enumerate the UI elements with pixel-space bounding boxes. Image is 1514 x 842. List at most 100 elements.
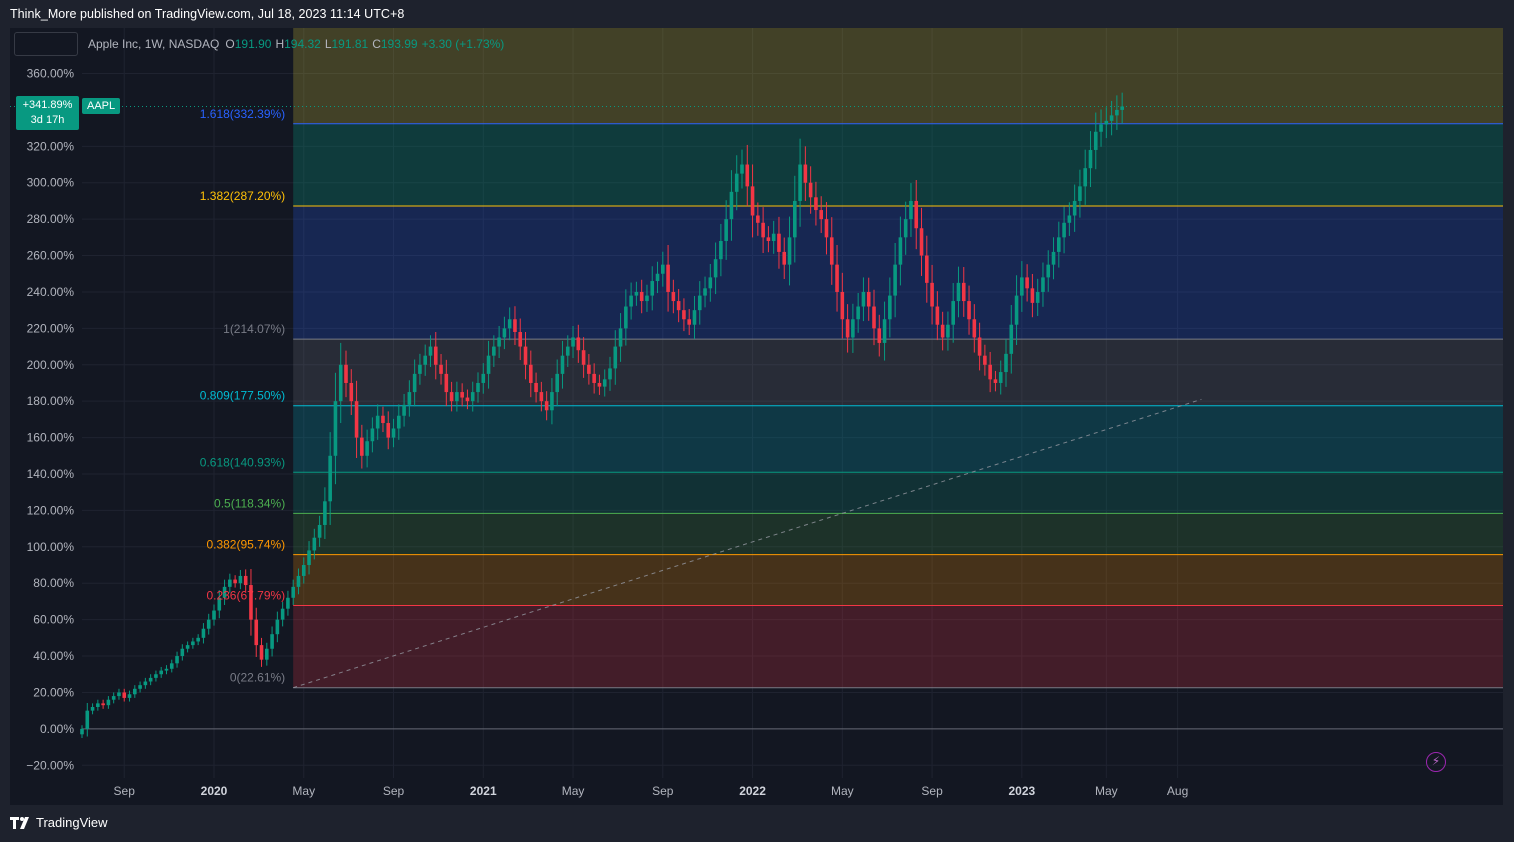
fibonacci-retracement xyxy=(293,28,1503,689)
x-tick-label: May xyxy=(292,784,315,798)
fib-zone xyxy=(293,513,1503,555)
candle-body xyxy=(1067,215,1072,223)
candle-body xyxy=(935,306,940,325)
candle-body xyxy=(787,237,792,265)
candle-body xyxy=(259,645,264,660)
candle-body xyxy=(819,210,823,220)
candle-body xyxy=(845,319,850,338)
candle-body xyxy=(565,346,570,356)
candle-body xyxy=(291,586,295,598)
candle-body xyxy=(930,282,934,307)
open-value: 191.90 xyxy=(234,37,272,51)
x-tick-label: May xyxy=(562,784,585,798)
candle-body xyxy=(233,579,237,584)
candle-body xyxy=(1088,149,1093,169)
x-tick-label: 2020 xyxy=(201,784,228,798)
x-tick-label: Sep xyxy=(921,784,943,798)
candle-body xyxy=(719,240,723,260)
candle-body xyxy=(671,291,676,302)
x-tick-label: 2023 xyxy=(1008,784,1035,798)
candle-body xyxy=(111,696,116,700)
candle-body xyxy=(814,197,818,211)
fib-zone xyxy=(293,206,1503,340)
symbol-legend[interactable]: Apple Inc, 1W, NASDAQ O 191.90 H 194.32 L1… xyxy=(14,32,504,56)
candle-body xyxy=(470,392,475,402)
candle-body xyxy=(238,575,243,584)
ticker-badge: AAPL xyxy=(82,98,121,114)
candle-body xyxy=(634,291,639,296)
fib-zone xyxy=(293,405,1503,473)
chart-area[interactable]: −20.00% 0.00% 20.00% 40.00% 60.00% 80.00% 100.… xyxy=(10,28,1503,805)
candle-body xyxy=(676,301,681,311)
candle-body xyxy=(312,537,317,551)
candle-body xyxy=(1072,200,1077,216)
candle-body xyxy=(903,219,908,238)
candle-body xyxy=(766,237,771,241)
candle-body xyxy=(998,372,1003,383)
candle-body xyxy=(201,628,206,638)
candle-body xyxy=(972,319,977,338)
candle-body xyxy=(618,328,623,347)
fib-zone xyxy=(293,123,1503,207)
y-tick-label: 40.00% xyxy=(33,649,74,663)
candle-body xyxy=(423,355,427,365)
candle-body xyxy=(381,415,385,424)
close-value: 193.99 xyxy=(380,37,418,51)
candle-body xyxy=(206,619,211,629)
candle-body xyxy=(592,373,596,383)
candle-body xyxy=(365,441,369,456)
x-tick-label: May xyxy=(831,784,854,798)
candle-body xyxy=(692,310,697,325)
y-tick-label: 300.00% xyxy=(27,176,75,190)
candle-body xyxy=(724,219,728,241)
close-label: C xyxy=(372,37,381,51)
candle-body xyxy=(402,404,406,416)
candle-body xyxy=(492,346,496,356)
candle-body xyxy=(101,703,105,706)
x-tick-label: Sep xyxy=(114,784,136,798)
x-tick-label: May xyxy=(1095,784,1118,798)
fib-level-label: 0.809(177.50%) xyxy=(200,389,285,403)
candle-body xyxy=(1004,353,1008,373)
candle-body xyxy=(412,373,417,393)
symbol-search-box[interactable] xyxy=(14,32,78,56)
candle-body xyxy=(1083,168,1087,187)
candle-body xyxy=(1051,251,1056,265)
fib-level-label: 0.236(67.79%) xyxy=(206,588,285,602)
candle-body xyxy=(143,681,148,686)
candle-body xyxy=(180,648,185,657)
candle-body xyxy=(349,382,354,402)
candle-body xyxy=(212,610,216,620)
candle-body xyxy=(344,364,348,383)
candle-body xyxy=(386,423,391,438)
candle-body xyxy=(513,319,517,333)
candle-body xyxy=(840,291,845,320)
candle-body xyxy=(771,233,776,241)
fib-level-label: 0.5(118.34%) xyxy=(214,496,285,510)
candle-body xyxy=(196,637,200,642)
candle-body xyxy=(740,164,744,174)
candle-body xyxy=(539,392,544,402)
candle-body xyxy=(1115,109,1119,116)
candle-body xyxy=(455,392,459,402)
lightning-icon[interactable]: ⚡ xyxy=(1426,752,1446,772)
fib-level-label: 1.382(287.20%) xyxy=(200,189,285,203)
candle-body xyxy=(956,282,961,302)
candle-body xyxy=(946,324,950,338)
candle-body xyxy=(703,288,707,296)
candle-body xyxy=(375,415,380,429)
candle-body xyxy=(713,259,718,278)
candle-body xyxy=(866,291,871,307)
chart-svg[interactable]: −20.00% 0.00% 20.00% 40.00% 60.00% 80.00% 100.… xyxy=(10,28,1503,805)
tradingview-logo[interactable]: TradingView xyxy=(10,815,108,830)
candle-body xyxy=(507,319,512,329)
candle-body xyxy=(708,277,713,289)
y-tick-label: 260.00% xyxy=(27,249,75,263)
candle-body xyxy=(96,703,100,708)
bar-countdown: 3d 17h xyxy=(30,114,65,126)
y-tick-label: 220.00% xyxy=(27,321,75,335)
candle-body xyxy=(555,373,559,393)
candle-body xyxy=(756,215,760,223)
candle-body xyxy=(90,707,95,711)
candle-body xyxy=(370,428,375,442)
